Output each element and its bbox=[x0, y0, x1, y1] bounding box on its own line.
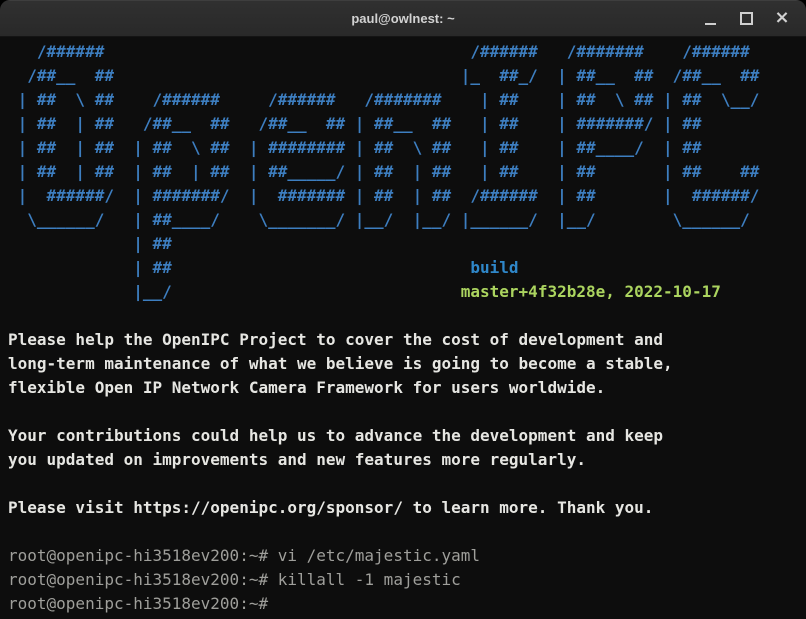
terminal-line: root@openipc-hi3518ev200:~# bbox=[8, 592, 806, 616]
terminal-line: /##__ ## |_ ##_/ | ##__ ## /##__ ## bbox=[8, 64, 806, 88]
terminal-line: | ## | ## | ## \ ## | ######## | ## \ ##… bbox=[8, 136, 806, 160]
terminal-line: root@openipc-hi3518ev200:~# killall -1 m… bbox=[8, 568, 806, 592]
minimize-button[interactable] bbox=[692, 4, 728, 34]
terminal-line: root@openipc-hi3518ev200:~# vi /etc/maje… bbox=[8, 544, 806, 568]
terminal-window: paul@owlnest: ~ × /###### /###### /#####… bbox=[0, 0, 806, 619]
maximize-icon bbox=[740, 12, 753, 25]
terminal-line: Please visit https://openipc.org/sponsor… bbox=[8, 496, 806, 520]
terminal-line: \______/ | ##____/ \_______/ |__/ |__/ |… bbox=[8, 208, 806, 232]
terminal-line: | ## build bbox=[8, 256, 806, 280]
terminal-line: Please help the OpenIPC Project to cover… bbox=[8, 328, 806, 352]
window-title: paul@owlnest: ~ bbox=[351, 11, 454, 26]
terminal-line: | ## | ## /##__ ## /##__ ## | ##__ ## | … bbox=[8, 112, 806, 136]
terminal-line bbox=[8, 472, 806, 496]
window-controls: × bbox=[692, 1, 800, 36]
terminal-line bbox=[8, 400, 806, 424]
close-icon: × bbox=[774, 9, 789, 27]
terminal-line: | ## \ ## /###### /###### /####### | ## … bbox=[8, 88, 806, 112]
terminal-line: | ## | ## | ## | ## | ##_____/ | ## | ##… bbox=[8, 160, 806, 184]
terminal-line: Your contributions could help us to adva… bbox=[8, 424, 806, 448]
terminal-output[interactable]: /###### /###### /####### /###### /##__ #… bbox=[0, 37, 806, 616]
close-button[interactable]: × bbox=[764, 4, 800, 34]
titlebar[interactable]: paul@owlnest: ~ × bbox=[0, 0, 806, 37]
terminal-line: |__/ master+4f32b28e, 2022-10-17 bbox=[8, 280, 806, 304]
terminal-line bbox=[8, 304, 806, 328]
terminal-line: flexible Open IP Network Camera Framewor… bbox=[8, 376, 806, 400]
terminal-line: long-term maintenance of what we believe… bbox=[8, 352, 806, 376]
terminal-line: /###### /###### /####### /###### bbox=[8, 40, 806, 64]
terminal-line: | ######/ | #######/ | ####### | ## | ##… bbox=[8, 184, 806, 208]
terminal-line: | ## bbox=[8, 232, 806, 256]
minimize-icon bbox=[705, 23, 716, 25]
maximize-button[interactable] bbox=[728, 4, 764, 34]
terminal-line bbox=[8, 520, 806, 544]
terminal-line: you updated on improvements and new feat… bbox=[8, 448, 806, 472]
